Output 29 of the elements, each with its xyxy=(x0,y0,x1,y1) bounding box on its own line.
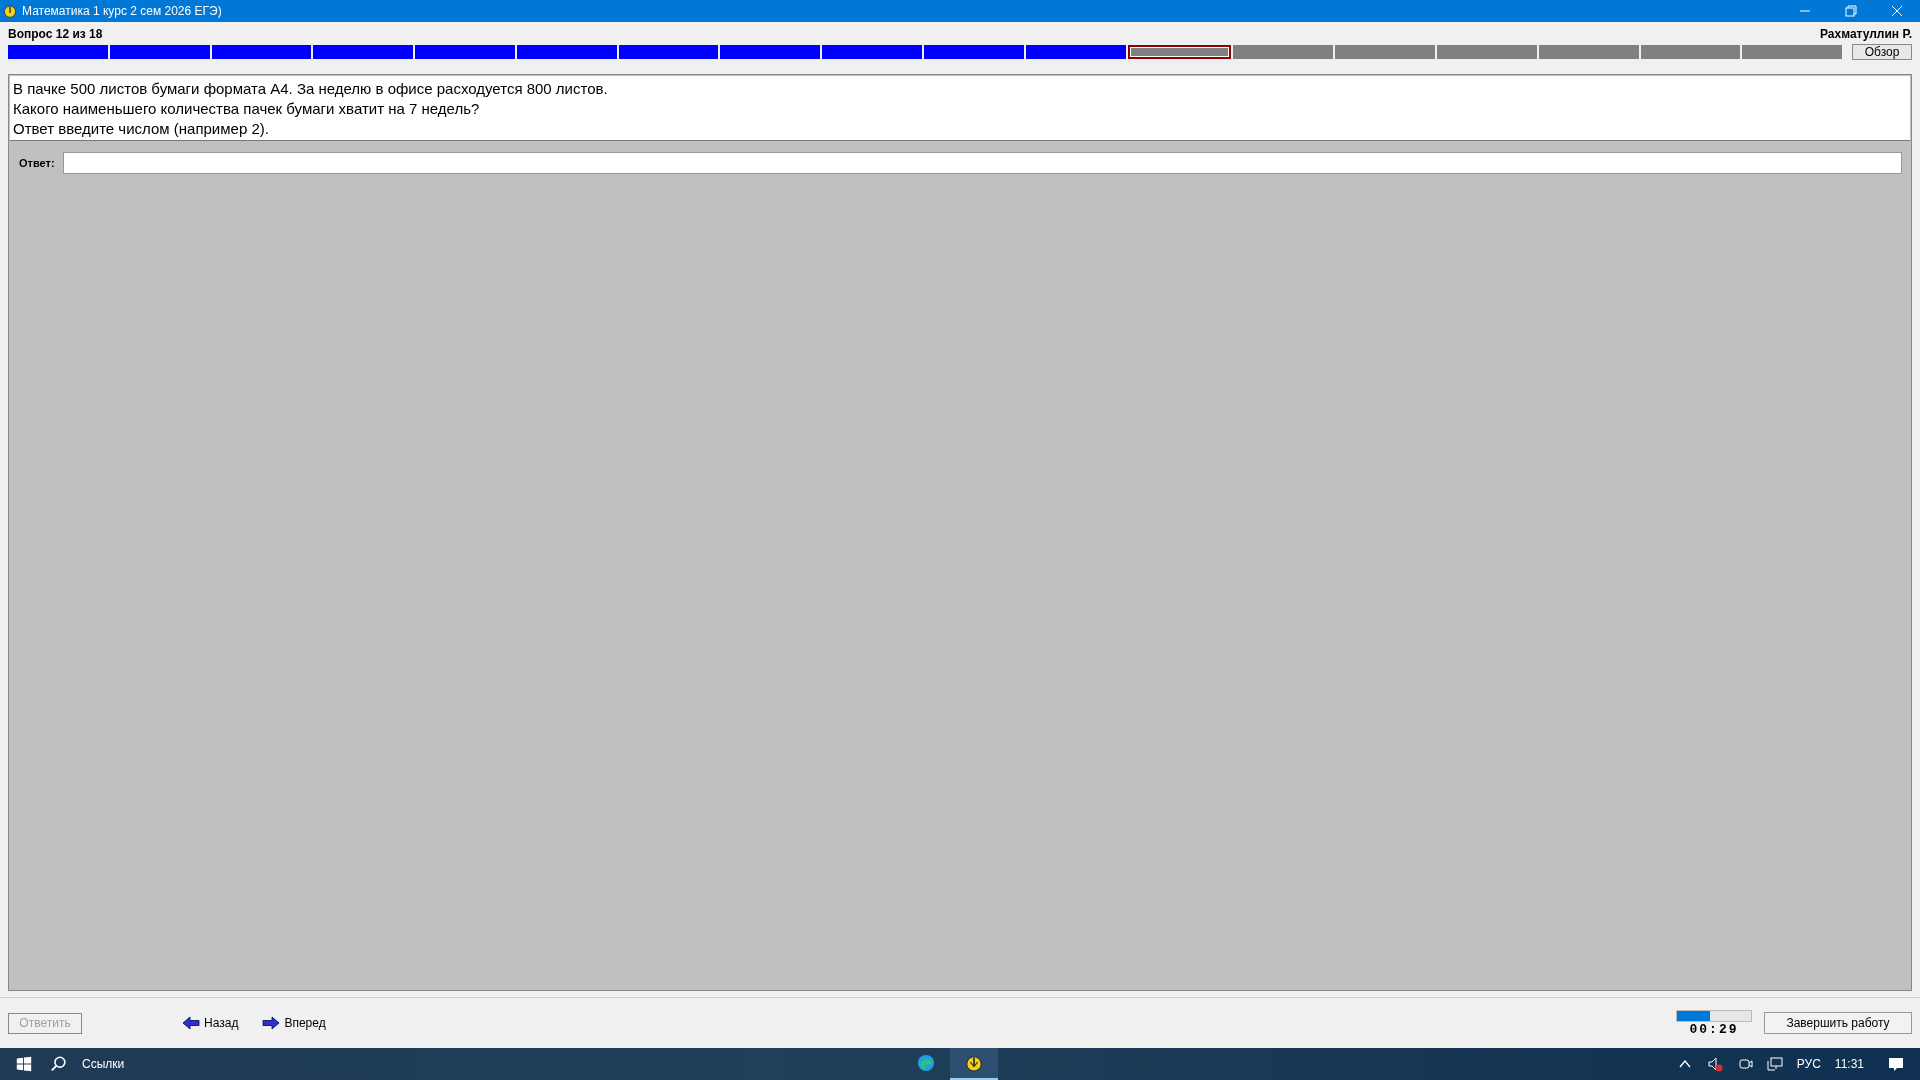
right-arrow-icon xyxy=(262,1016,281,1030)
question-counter: Вопрос 12 из 18 xyxy=(8,27,103,41)
answer-label: Ответ: xyxy=(19,157,55,169)
left-arrow-icon xyxy=(182,1016,200,1030)
notification-icon[interactable] xyxy=(1888,1056,1904,1072)
network-icon[interactable] xyxy=(1766,1056,1783,1072)
search-icon[interactable] xyxy=(50,1055,68,1073)
language-indicator[interactable]: РУС xyxy=(1796,1057,1821,1071)
clock[interactable]: 11:31 xyxy=(1834,1057,1864,1071)
timer-reading: 00:29 xyxy=(1689,1021,1739,1037)
browser-icon[interactable] xyxy=(917,1054,936,1072)
taskbar-app[interactable] xyxy=(950,1048,999,1080)
windows-start-icon[interactable] xyxy=(15,1055,33,1073)
question-segment[interactable] xyxy=(1127,45,1232,59)
finish-button[interactable]: Завершить работу xyxy=(1764,1012,1912,1034)
question-text: В пачке 500 листов бумаги формата А4. За неделю в офисе расходуется 800 листов. xyxy=(13,79,609,99)
question-text: Ответ введите числом (например 2). xyxy=(13,119,270,139)
taskbar-search-text[interactable]: Ссылки xyxy=(82,1057,125,1071)
test-app-icon[interactable] xyxy=(965,1054,984,1072)
review-button[interactable]: Обзор xyxy=(1852,44,1913,60)
camera-icon[interactable] xyxy=(1736,1056,1753,1072)
back-button[interactable]: Назад xyxy=(182,1016,239,1030)
window-title: Математика 1 курс 2 сем 2026 ЕГЭ) xyxy=(22,4,222,18)
answer-field[interactable] xyxy=(62,152,1902,174)
question-text: Какого наименьшего количества пачек бумаги хватит на 7 недель? xyxy=(13,99,481,119)
student-name: Рахматуллин Р. xyxy=(1819,27,1912,41)
forward-button[interactable]: Вперед xyxy=(262,1016,326,1030)
speaker-muted-icon[interactable] xyxy=(1706,1056,1723,1072)
app-icon xyxy=(3,4,17,18)
